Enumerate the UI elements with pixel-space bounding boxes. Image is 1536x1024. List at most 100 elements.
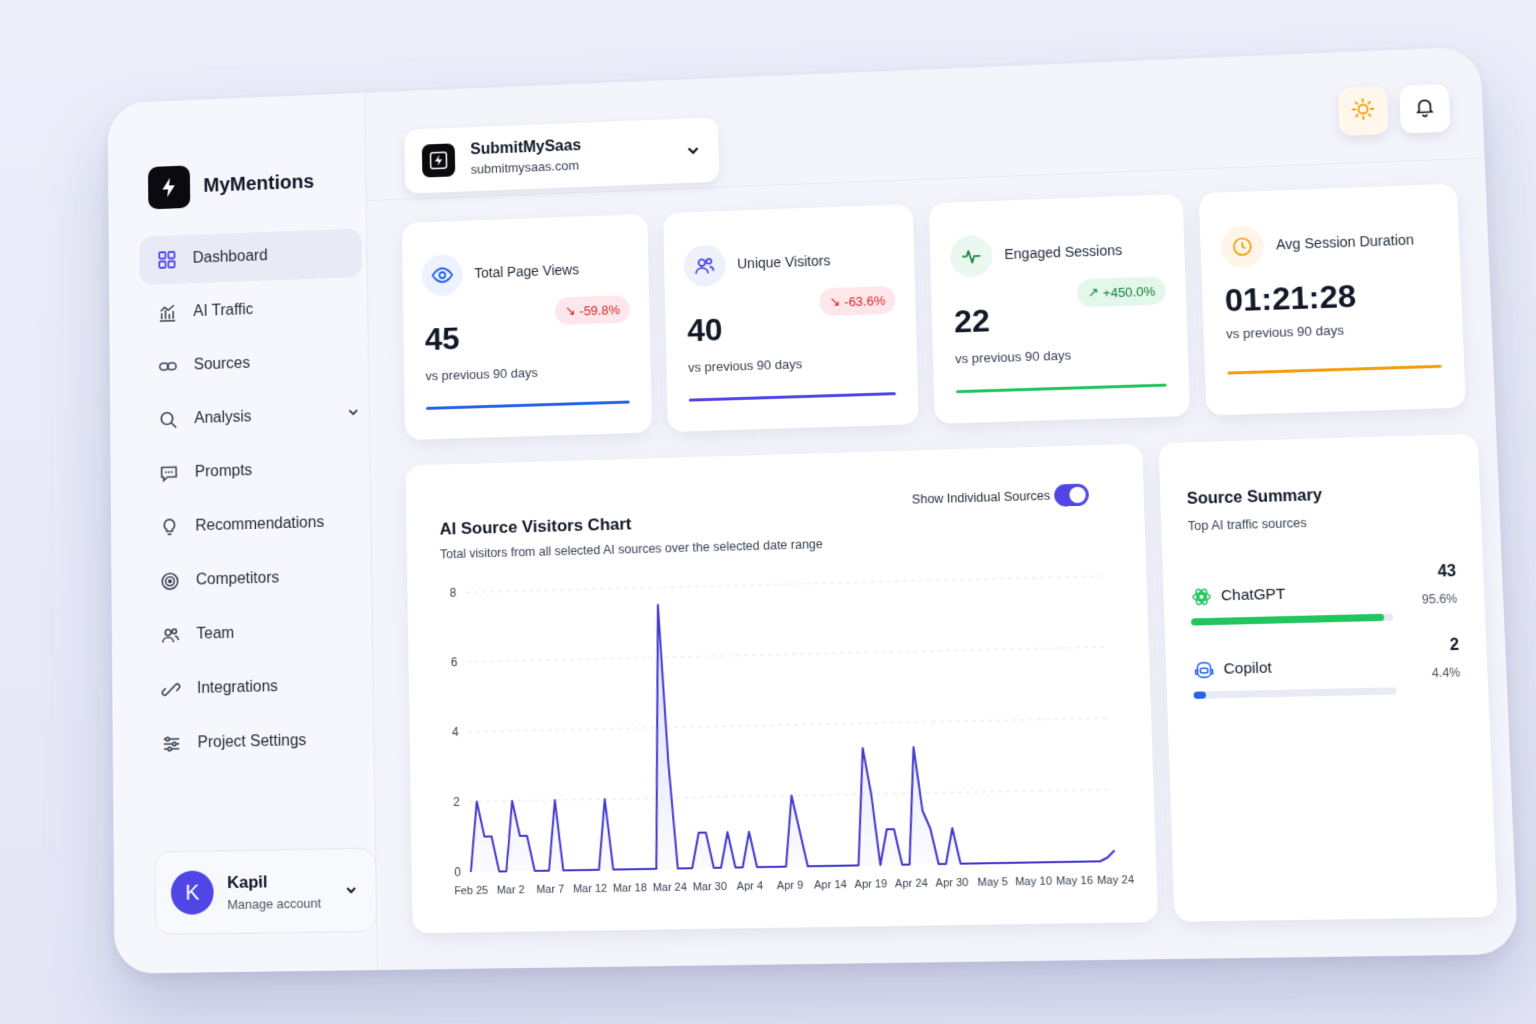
- sidebar-item-team[interactable]: Team: [142, 606, 367, 661]
- y-tick-label: 6: [451, 655, 458, 669]
- stat-label: Engaged Sessions: [1004, 241, 1123, 263]
- sidebar-item-ai-traffic[interactable]: AI Traffic: [140, 282, 363, 338]
- stat-value: 40: [686, 311, 723, 349]
- notifications-button[interactable]: [1399, 83, 1451, 134]
- sidebar-item-prompts[interactable]: Prompts: [141, 443, 365, 499]
- stat-card-avg-session-duration: Avg Session Duration 01:21:28 vs previou…: [1198, 183, 1467, 416]
- sun-icon: [1350, 96, 1376, 126]
- source-percent: 95.6%: [1421, 591, 1458, 607]
- source-summary-card: Source Summary Top AI traffic sources Ch…: [1158, 433, 1498, 922]
- bell-icon: [1413, 95, 1437, 123]
- account-subtitle: Manage account: [227, 895, 322, 912]
- project-url: submitmysaas.com: [470, 157, 580, 177]
- series-area: [466, 593, 1115, 872]
- trend-down-icon: ↘: [829, 293, 841, 309]
- toggle-label: Show Individual Sources: [911, 488, 1051, 507]
- sidebar-item-label: Team: [196, 624, 235, 643]
- source-row-copilot[interactable]: Copilot 2 4.4%: [1192, 637, 1464, 729]
- eye-icon: [421, 253, 464, 297]
- sidebar-item-competitors[interactable]: Competitors: [142, 551, 367, 606]
- change-value: -59.8%: [579, 301, 620, 318]
- stat-card-page-views: Total Page Views 45 ↘ -59.8% vs previous…: [401, 213, 653, 441]
- area-chart: 0 2 4 6 8 Feb 25 Mar 2 Mar 7 Mar 12 Mar 18 Mar 24 M…: [450, 565, 1134, 897]
- x-tick-label: Apr 19: [854, 878, 887, 891]
- stat-value: 22: [953, 302, 991, 340]
- chevron-down-icon[interactable]: [344, 883, 358, 902]
- source-count: 43: [1437, 562, 1457, 581]
- app-window: MyMentions Dashboard AI Traffic Sources …: [107, 46, 1519, 974]
- account-menu[interactable]: K Kapil Manage account: [154, 847, 378, 936]
- change-value: -63.6%: [844, 292, 886, 309]
- x-tick-label: May 5: [977, 876, 1008, 889]
- x-tick-label: May 24: [1097, 874, 1134, 887]
- summary-title: Source Summary: [1186, 486, 1323, 508]
- x-tick-label: Mar 12: [573, 883, 607, 896]
- sparkline: [688, 392, 896, 402]
- stat-subtitle: vs previous 90 days: [425, 365, 538, 384]
- trend-up-icon: ↗: [1087, 284, 1100, 301]
- stat-value: 45: [424, 320, 460, 357]
- stat-label: Unique Visitors: [737, 252, 831, 272]
- sidebar-item-dashboard[interactable]: Dashboard: [139, 228, 362, 286]
- source-row-chatgpt[interactable]: ChatGPT 43 95.6%: [1190, 563, 1462, 655]
- project-logo-icon: [421, 143, 456, 178]
- sidebar-item-label: Analysis: [194, 408, 252, 427]
- x-tick-label: Mar 7: [536, 883, 564, 896]
- visitors-chart-card: AI Source Visitors Chart Total visitors …: [405, 443, 1159, 934]
- sidebar-item-project-settings[interactable]: Project Settings: [143, 715, 369, 769]
- sidebar-item-sources[interactable]: Sources: [140, 336, 363, 392]
- brand[interactable]: MyMentions: [147, 161, 315, 210]
- y-tick-label: 0: [454, 865, 461, 879]
- grid-line: [468, 718, 1110, 732]
- source-name: ChatGPT: [1220, 585, 1286, 605]
- grid-line: [467, 647, 1108, 662]
- project-name: SubmitMySaas: [470, 137, 582, 159]
- sidebar-item-integrations[interactable]: Integrations: [143, 660, 368, 715]
- chart-title: AI Source Visitors Chart: [439, 514, 632, 539]
- sidebar-item-label: Project Settings: [197, 732, 307, 752]
- stat-label: Total Page Views: [474, 261, 580, 281]
- show-individual-sources-toggle[interactable]: [1053, 483, 1090, 507]
- sidebar-item-label: Sources: [193, 354, 251, 374]
- chevron-down-icon[interactable]: [685, 142, 701, 163]
- brand-name: MyMentions: [203, 170, 315, 197]
- x-tick-label: Mar 2: [497, 884, 525, 897]
- y-tick-label: 4: [452, 725, 459, 739]
- x-tick-label: May 16: [1056, 875, 1093, 888]
- sidebar-item-label: Dashboard: [192, 247, 268, 267]
- stat-card-unique-visitors: Unique Visitors 40 ↘ -63.6% vs previous …: [663, 203, 919, 432]
- trend-down-icon: ↘: [564, 302, 576, 318]
- stat-subtitle: vs previous 90 days: [687, 356, 803, 375]
- avatar: K: [170, 870, 214, 915]
- change-badge: ↗ +450.0%: [1077, 276, 1166, 308]
- stat-value: 01:21:28: [1224, 277, 1357, 319]
- project-selector[interactable]: SubmitMySaas submitmysaas.com: [404, 117, 720, 194]
- sparkline: [956, 383, 1167, 394]
- target-icon: [159, 570, 180, 592]
- copilot-icon: [1192, 659, 1215, 682]
- sidebar-item-recommendations[interactable]: Recommendations: [141, 497, 365, 552]
- activity-icon: [949, 234, 993, 278]
- grid-icon: [156, 249, 177, 271]
- source-share-fill: [1193, 691, 1206, 699]
- clock-icon: [1220, 224, 1265, 269]
- users-icon: [160, 624, 181, 646]
- x-tick-label: Mar 30: [693, 881, 728, 894]
- theme-toggle-button[interactable]: [1337, 86, 1389, 137]
- sidebar: MyMentions Dashboard AI Traffic Sources …: [107, 92, 378, 974]
- lightning-logo-icon: [147, 165, 191, 210]
- chevron-down-icon[interactable]: [346, 405, 360, 424]
- sidebar-item-analysis[interactable]: Analysis: [140, 389, 364, 445]
- change-badge: ↘ -63.6%: [819, 285, 896, 317]
- grid-line: [466, 576, 1106, 592]
- change-value: +450.0%: [1102, 283, 1156, 300]
- sidebar-item-label: Prompts: [194, 462, 253, 481]
- message-icon: [158, 463, 179, 485]
- top-bar: SubmitMySaas submitmysaas.com: [365, 46, 1485, 202]
- lightbulb-icon: [159, 516, 180, 538]
- plug-icon: [160, 679, 181, 701]
- chart-subtitle: Total visitors from all selected AI sour…: [439, 537, 823, 562]
- x-tick-label: Apr 24: [895, 877, 928, 890]
- summary-subtitle: Top AI traffic sources: [1187, 515, 1308, 534]
- search-icon: [158, 409, 179, 431]
